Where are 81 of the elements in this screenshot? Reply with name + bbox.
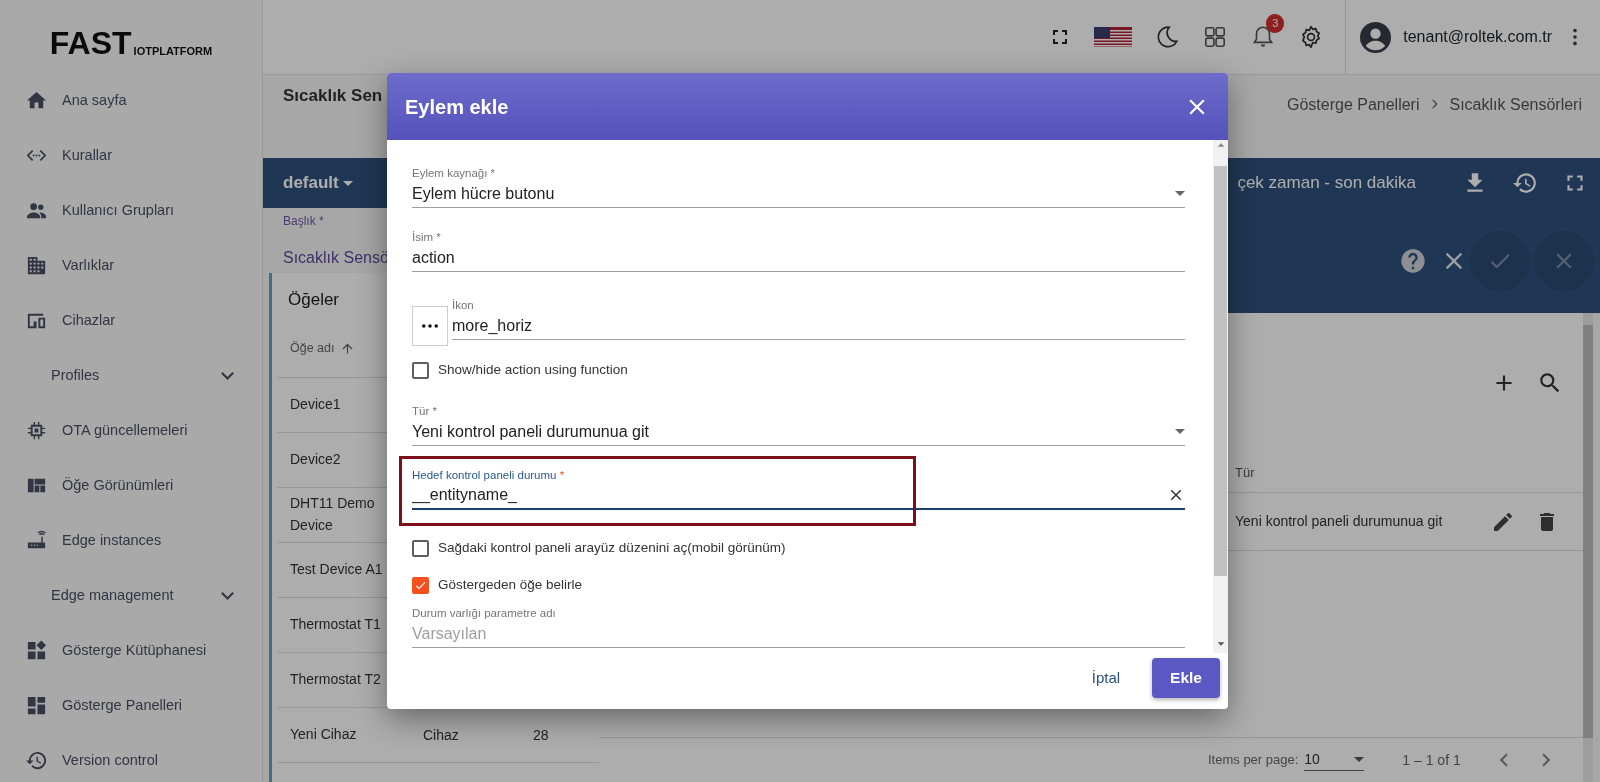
sidebar-item[interactable]: OTA güncellemeleri bbox=[0, 403, 262, 458]
checkbox-label: Show/hide action using function bbox=[438, 360, 628, 379]
sidebar-item[interactable]: Kullanıcı Grupları bbox=[0, 183, 262, 238]
table-cell-text: Thermostat T2 bbox=[290, 670, 381, 690]
dialog-title: Eylem ekle bbox=[405, 94, 509, 120]
field-label: İkon bbox=[452, 299, 475, 313]
scrollbar[interactable] bbox=[1213, 140, 1228, 653]
field-label: Tür * bbox=[412, 405, 438, 419]
field-label: Durum varlığı parametre adı bbox=[412, 607, 557, 621]
dropdown-arrow-icon bbox=[1175, 191, 1185, 197]
more-icon bbox=[422, 324, 438, 328]
sidebar-group-label: Profiles bbox=[51, 365, 100, 385]
field-label: İsim * bbox=[412, 231, 442, 245]
caret-icon bbox=[342, 180, 353, 186]
history-icon bbox=[25, 749, 48, 772]
sort-arrow-icon[interactable] bbox=[340, 341, 356, 356]
flag-icon[interactable] bbox=[1094, 27, 1133, 47]
input-field[interactable]: __entityname_ bbox=[412, 483, 1167, 508]
page-size-select[interactable]: 10 bbox=[1304, 749, 1365, 771]
field-label: Eylem kaynağı * bbox=[412, 167, 497, 181]
checkbox-label: Göstergeden öğe belirle bbox=[438, 575, 583, 594]
notification-count: 3 bbox=[1266, 14, 1285, 33]
history-icon[interactable] bbox=[1512, 170, 1538, 196]
checkbox[interactable] bbox=[412, 539, 429, 557]
table-cell-text: Device2 bbox=[290, 450, 341, 470]
dashboard-title: Sıcaklık Sen bbox=[283, 85, 383, 107]
dropdown-arrow-icon bbox=[1175, 429, 1185, 435]
input-field[interactable]: Varsayılan bbox=[412, 621, 1185, 646]
checkbox-label: Sağdaki kontrol paneli arayüz düzenini aç(mobil görünüm) bbox=[438, 538, 786, 557]
title-field[interactable]: Sıcaklık Sensö bbox=[283, 246, 389, 270]
checkbox[interactable] bbox=[412, 361, 429, 379]
table-cell-text: Device1 bbox=[290, 395, 341, 415]
table-cell-text: Cihaz bbox=[423, 725, 460, 745]
select-field[interactable]: Eylem hücre butonu bbox=[412, 180, 1185, 208]
input-field[interactable]: action bbox=[412, 245, 1185, 270]
logo-wordmark: FAST bbox=[49, 27, 132, 59]
timewindow-label[interactable]: çek zaman - son dakika bbox=[1237, 170, 1416, 196]
dashboard-icon bbox=[25, 694, 48, 717]
sidebar-group-label: Edge management bbox=[51, 585, 174, 605]
input-field[interactable]: more_horiz bbox=[452, 313, 1185, 340]
table-cell-text: Yeni kontrol paneli durumunua git bbox=[1235, 512, 1444, 531]
sidebar-group[interactable]: Edge management bbox=[0, 568, 262, 623]
table-cell-text: DHT11 Demo Device bbox=[290, 494, 376, 535]
sidebar-item[interactable]: Gösterge Kütüphanesi bbox=[0, 623, 262, 678]
column-header: Tür bbox=[1235, 465, 1255, 480]
table-cell-text: Yeni Cihaz bbox=[290, 725, 357, 745]
icon-picker-button[interactable] bbox=[412, 306, 448, 346]
sidebar-item[interactable]: Öğe Görünümleri bbox=[0, 458, 262, 513]
sidebar-item[interactable]: Varlıklar bbox=[0, 238, 262, 293]
scrollbar[interactable] bbox=[1583, 313, 1593, 782]
user-email[interactable]: tenant@roltek.com.tr bbox=[1403, 25, 1552, 49]
breadcrumb-link[interactable]: Sıcaklık Sensörleri bbox=[1449, 93, 1582, 158]
sidebar-group[interactable]: Profiles bbox=[0, 348, 262, 403]
table-cell-text: 28 bbox=[533, 725, 549, 745]
field-label: Hedef kontrol paneli durumu * bbox=[412, 469, 566, 483]
help-icon[interactable] bbox=[1399, 246, 1427, 275]
cancel-button[interactable]: İptal bbox=[1085, 665, 1127, 691]
page-range: 1 – 1 of 1 bbox=[1402, 750, 1461, 770]
chip-icon bbox=[25, 419, 48, 442]
field-label: Başlık * bbox=[283, 213, 324, 230]
building-icon bbox=[25, 254, 48, 277]
dropdown-arrow-icon bbox=[1354, 757, 1365, 762]
column-header[interactable]: Öğe adı bbox=[290, 339, 335, 358]
avatar-icon[interactable] bbox=[1360, 21, 1392, 53]
table-cell-text: Test Device A1 bbox=[290, 560, 383, 580]
logo-tagline: IOTPLATFORM bbox=[133, 43, 213, 59]
sidebar-item[interactable]: Edge instances bbox=[0, 513, 262, 568]
widgets-icon bbox=[25, 639, 48, 662]
checkbox[interactable] bbox=[412, 576, 429, 594]
sidebar-item[interactable]: Ana sayfa bbox=[0, 73, 262, 128]
sidebar-item[interactable]: Version control bbox=[0, 733, 262, 782]
table-cell-text: Thermostat T1 bbox=[290, 615, 381, 635]
breadcrumb-link[interactable]: Gösterge Panelleri bbox=[1287, 93, 1420, 158]
sidebar-item[interactable]: Gösterge Panelleri bbox=[0, 678, 262, 733]
page-size-label: Items per page: bbox=[1208, 751, 1299, 770]
panel-title: Öğeler bbox=[288, 289, 340, 311]
select-field[interactable]: Yeni kontrol paneli durumunua git bbox=[412, 418, 1185, 446]
sidebar-item[interactable]: Cihazlar bbox=[0, 293, 262, 348]
add-button[interactable]: Ekle bbox=[1152, 658, 1220, 698]
sidebar-item[interactable]: Kurallar bbox=[0, 128, 262, 183]
state-dropdown[interactable]: default bbox=[283, 170, 353, 196]
